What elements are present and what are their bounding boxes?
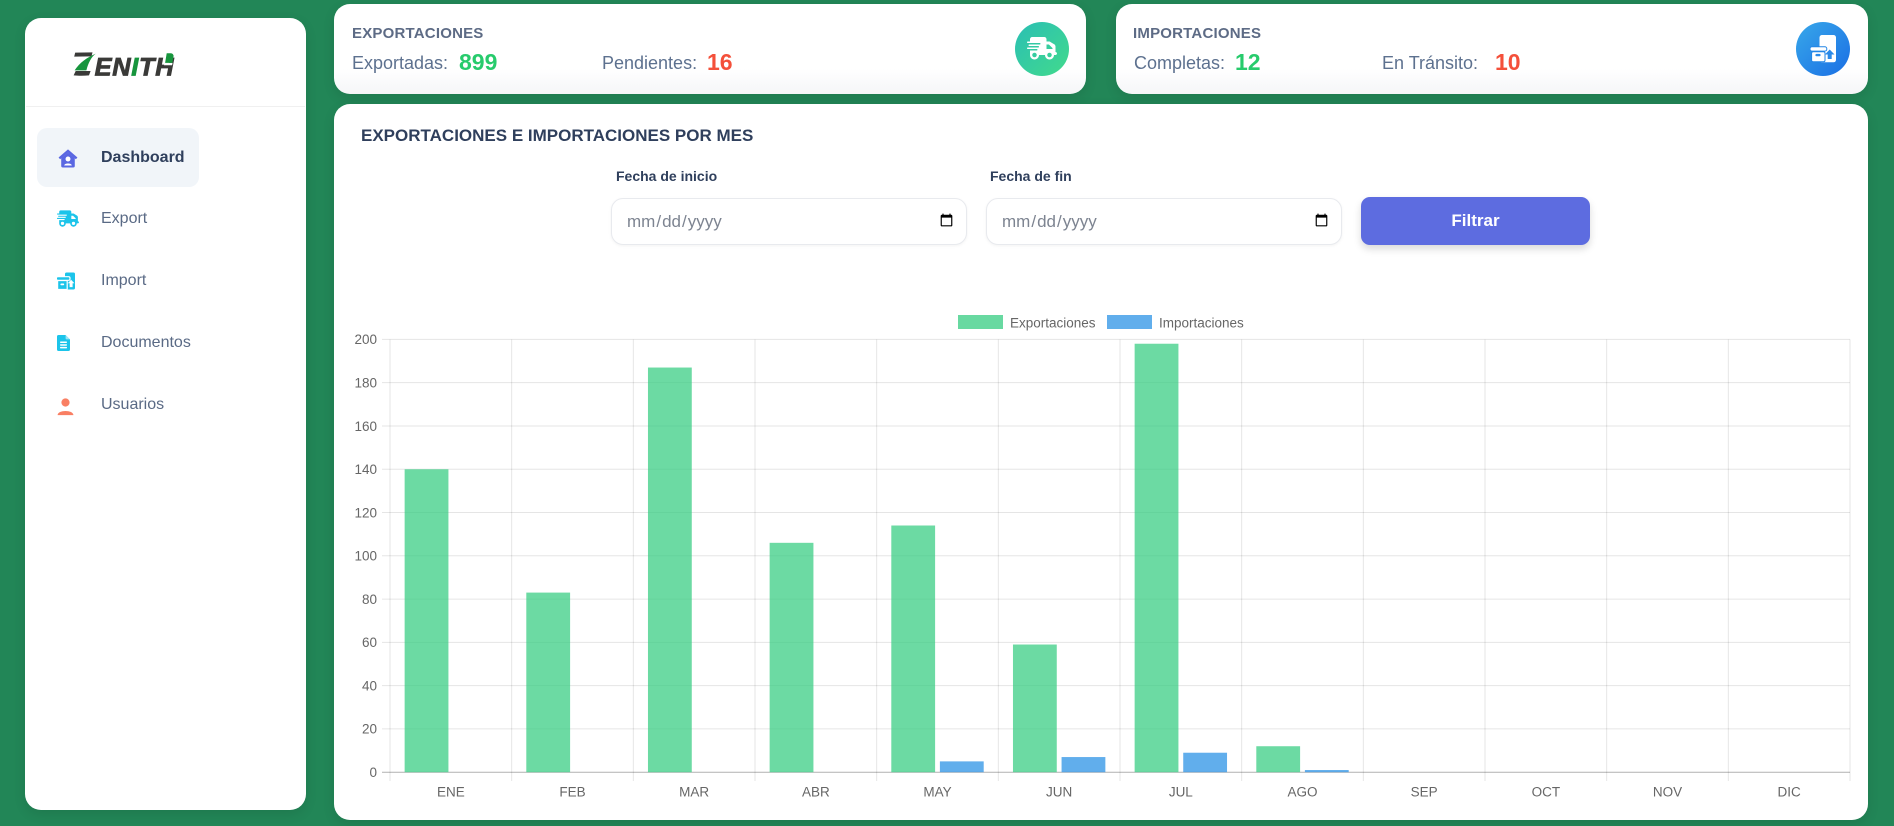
svg-text:100: 100 [354, 549, 377, 564]
svg-text:FEB: FEB [559, 785, 585, 800]
svg-text:Exportaciones: Exportaciones [1010, 316, 1096, 331]
svg-text:20: 20 [362, 722, 377, 737]
svg-text:Importaciones: Importaciones [1159, 316, 1244, 331]
svg-text:ABR: ABR [802, 785, 830, 800]
svg-text:40: 40 [362, 678, 377, 693]
svg-text:ENE: ENE [437, 785, 465, 800]
svg-text:DIC: DIC [1778, 785, 1802, 800]
svg-text:0: 0 [369, 765, 377, 780]
svg-text:80: 80 [362, 592, 377, 607]
svg-text:180: 180 [354, 375, 377, 390]
svg-text:160: 160 [354, 419, 377, 434]
svg-text:200: 200 [354, 332, 377, 347]
svg-text:120: 120 [354, 505, 377, 520]
svg-text:140: 140 [354, 462, 377, 477]
svg-text:JUL: JUL [1169, 785, 1193, 800]
svg-text:AGO: AGO [1287, 785, 1317, 800]
svg-text:MAY: MAY [923, 785, 951, 800]
svg-text:NOV: NOV [1653, 785, 1682, 800]
svg-text:60: 60 [362, 635, 377, 650]
svg-text:JUN: JUN [1046, 785, 1072, 800]
svg-text:MAR: MAR [679, 785, 709, 800]
svg-text:OCT: OCT [1532, 785, 1561, 800]
svg-text:SEP: SEP [1411, 785, 1438, 800]
